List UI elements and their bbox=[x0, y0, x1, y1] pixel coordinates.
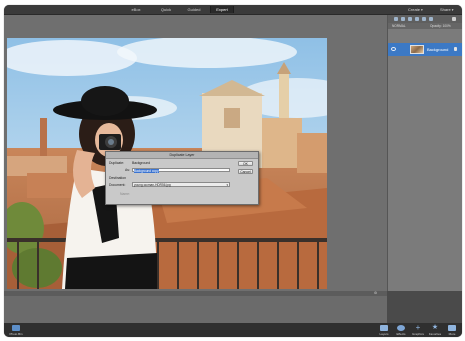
create-button[interactable]: Create▾ bbox=[408, 6, 423, 13]
name-label: Name: bbox=[120, 192, 130, 196]
more-icon bbox=[448, 325, 456, 331]
tab-guided[interactable]: Guided bbox=[183, 6, 205, 13]
graphics-icon: + bbox=[415, 323, 421, 332]
photo-bin-label: Photo Bin bbox=[9, 332, 23, 336]
adjustment-layer-icon[interactable] bbox=[408, 17, 412, 21]
star-icon: ★ bbox=[431, 324, 439, 331]
cancel-button[interactable]: Cancel bbox=[238, 169, 253, 174]
blend-mode-select[interactable]: NORMAL bbox=[392, 23, 406, 29]
lock-icon bbox=[454, 47, 457, 51]
document-select-value: young-woman-HDR56.jpg bbox=[134, 183, 171, 187]
more-label: More bbox=[448, 332, 456, 336]
layers-toolbar bbox=[388, 15, 462, 23]
dialog-title: Duplicate Layer bbox=[106, 152, 258, 159]
chevron-down-icon: ▾ bbox=[421, 8, 423, 12]
mask-icon[interactable] bbox=[415, 17, 419, 21]
tab-ebox[interactable]: eBox bbox=[127, 6, 145, 13]
trash-icon[interactable] bbox=[429, 17, 433, 21]
layers-label: Layers bbox=[379, 332, 389, 336]
destination-label: Destination bbox=[109, 176, 126, 180]
tab-quick[interactable]: Quick bbox=[157, 6, 175, 13]
canvas-workspace[interactable]: Duplicate Layer Duplicate: Background As… bbox=[4, 15, 387, 291]
create-label: Create bbox=[408, 7, 421, 12]
share-label: Share bbox=[440, 7, 451, 12]
lock-icon[interactable] bbox=[422, 17, 426, 21]
layer-row-background[interactable]: Background bbox=[388, 43, 462, 56]
new-layer-icon[interactable] bbox=[394, 17, 398, 21]
ok-button[interactable]: OK bbox=[238, 161, 253, 166]
duplicate-value: Background bbox=[132, 161, 151, 165]
layer-options-bar: NORMAL Opacity: 100% bbox=[388, 23, 462, 29]
panel-menu-icon[interactable] bbox=[452, 17, 456, 21]
layers-icon bbox=[380, 325, 388, 331]
bin-options-icon[interactable]: ⚙ bbox=[374, 291, 377, 295]
document-select[interactable]: young-woman-HDR56.jpg ▾ bbox=[132, 182, 230, 187]
favorites-label: Favorites bbox=[428, 332, 442, 336]
effects-label: Effects bbox=[396, 332, 406, 336]
layers-panel: NORMAL Opacity: 100% Background bbox=[387, 15, 462, 291]
new-group-icon[interactable] bbox=[401, 17, 405, 21]
as-name-value: Background copy bbox=[134, 169, 159, 173]
document-label: Document: bbox=[109, 183, 126, 187]
photo-bin-area[interactable] bbox=[4, 296, 387, 323]
photo-bin-icon bbox=[12, 325, 20, 331]
photoshop-elements-window: eBox Quick Guided Expert Create▾ Share▾ bbox=[4, 5, 462, 337]
share-button[interactable]: Share▾ bbox=[440, 6, 453, 13]
layers-button[interactable]: Layers bbox=[376, 324, 392, 336]
favorites-button[interactable]: ★ Favorites bbox=[427, 324, 443, 336]
duplicate-layer-dialog: Duplicate Layer Duplicate: Background As… bbox=[105, 151, 259, 205]
layer-thumbnail bbox=[410, 45, 424, 54]
bottom-panel-bar: Photo Bin Layers Effects + Graphics ★ Fa… bbox=[4, 323, 462, 337]
duplicate-label: Duplicate: bbox=[109, 161, 125, 165]
chevron-down-icon: ▾ bbox=[451, 8, 454, 12]
as-name-field[interactable]: Background copy bbox=[132, 168, 230, 173]
graphics-label: Graphics bbox=[411, 332, 424, 336]
effects-button[interactable]: Effects bbox=[393, 324, 409, 336]
mode-bar: eBox Quick Guided Expert Create▾ Share▾ bbox=[4, 5, 462, 15]
opacity-field[interactable]: Opacity: 100% bbox=[430, 23, 451, 29]
photo-bin-button[interactable]: Photo Bin bbox=[8, 324, 24, 336]
tab-expert[interactable]: Expert bbox=[210, 6, 234, 13]
as-label: As: bbox=[125, 168, 130, 172]
layer-name: Background bbox=[427, 47, 449, 52]
effects-icon bbox=[397, 325, 405, 331]
eye-icon[interactable] bbox=[391, 47, 396, 51]
chevron-down-icon: ▾ bbox=[226, 183, 228, 187]
graphics-button[interactable]: + Graphics bbox=[410, 323, 426, 337]
more-button[interactable]: More bbox=[444, 324, 460, 336]
